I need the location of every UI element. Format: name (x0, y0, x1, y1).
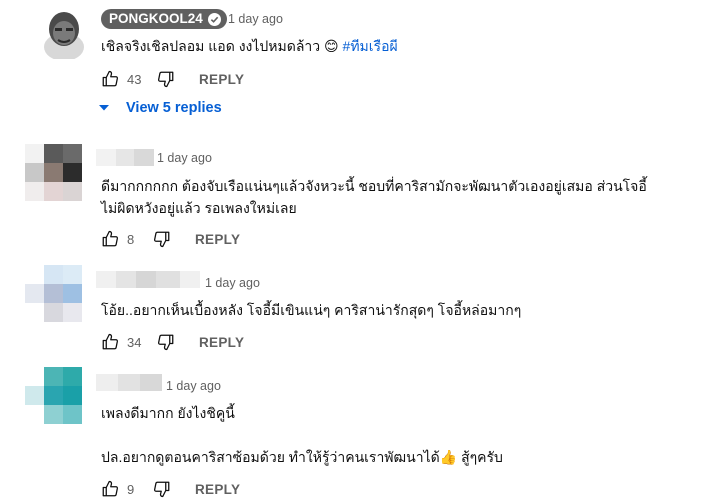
like-count: 9 (127, 481, 135, 497)
author-badge[interactable]: PONGKOOL24 (101, 9, 227, 29)
thumbs-up-icon[interactable] (101, 70, 119, 88)
hashtag-link[interactable]: #ทีมเรือผี (343, 38, 398, 54)
comment-text-line: ดีมากกกกกก ต้องจับเรือแน่นๆแล้วจังหวะนี้… (101, 178, 647, 194)
author-name-blurred[interactable] (96, 374, 162, 391)
author-name-blurred[interactable] (96, 271, 200, 288)
comment-actions: 34 REPLY (101, 333, 244, 351)
avatar[interactable] (25, 144, 83, 202)
thumbs-down-icon[interactable] (157, 333, 175, 351)
avatar[interactable] (25, 367, 83, 425)
like-count: 34 (127, 334, 142, 350)
comment-text-line: ไม่ผิดหวังอยู่แล้ว รอเพลงใหม่เลย (101, 200, 297, 216)
comment-text-line: เชิลจริงเชิลปลอม แอด งงไปหมดล้าว 😊 (101, 38, 343, 54)
thumbs-down-icon[interactable] (153, 230, 171, 248)
like-count: 8 (127, 231, 135, 247)
reply-button[interactable]: REPLY (199, 335, 244, 350)
thumbs-up-icon[interactable] (101, 333, 119, 351)
chevron-down-icon (98, 104, 110, 112)
author-name-blurred[interactable] (96, 149, 154, 166)
comment-actions: 8 REPLY (101, 230, 240, 248)
comment-time[interactable]: 1 day ago (205, 276, 260, 290)
avatar[interactable] (25, 265, 83, 323)
comment-actions: 9 REPLY (101, 480, 240, 498)
comment-time[interactable]: 1 day ago (157, 151, 212, 165)
comment-text-line: โอ้ย..อยากเห็นเบื้องหลัง โจอี้มีเขินแน่ๆ… (101, 302, 522, 318)
reply-button[interactable]: REPLY (199, 72, 244, 87)
reply-button[interactable]: REPLY (195, 482, 240, 497)
avatar[interactable] (38, 7, 90, 59)
comment-text-line: เพลงดีมากก ยังไงชิคูนี้ (101, 405, 235, 421)
check-circle-icon (207, 12, 221, 26)
like-count: 43 (127, 71, 142, 87)
comment-text: เชิลจริงเชิลปลอม แอด งงไปหมดล้าว 😊 #ทีมเ… (101, 35, 398, 57)
reply-button[interactable]: REPLY (195, 232, 240, 247)
author-name: PONGKOOL24 (109, 11, 203, 26)
comment-actions: 43 REPLY (101, 70, 244, 88)
comment-text-line: ปล.อยากดูตอนคาริสาซ้อมด้วย ทำให้รู้ว่าคน… (101, 449, 503, 465)
thumbs-up-icon[interactable] (101, 480, 119, 498)
comment-time[interactable]: 1 day ago (166, 379, 221, 393)
view-replies-button[interactable]: View 5 replies (98, 100, 222, 116)
thumbs-up-icon[interactable] (101, 230, 119, 248)
comment-time[interactable]: 1 day ago (228, 12, 283, 26)
view-replies-label: View 5 replies (126, 100, 222, 116)
thumbs-down-icon[interactable] (153, 480, 171, 498)
thumbs-down-icon[interactable] (157, 70, 175, 88)
